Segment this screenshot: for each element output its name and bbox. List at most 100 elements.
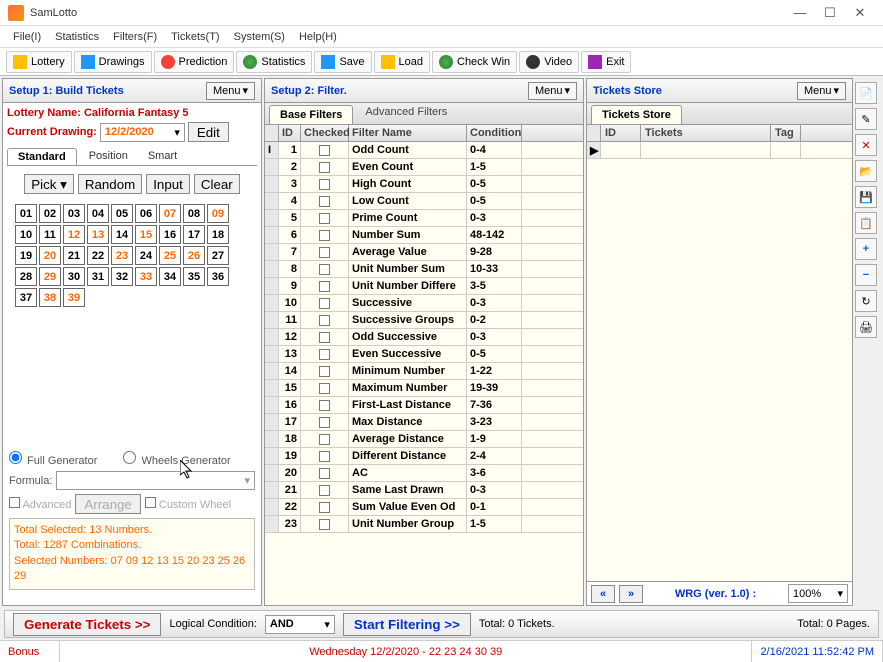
tab-standard[interactable]: Standard bbox=[7, 148, 77, 165]
tab-smart[interactable]: Smart bbox=[138, 148, 187, 165]
side-edit-icon[interactable]: ✎ bbox=[855, 108, 877, 130]
store-col-tag[interactable]: Tag bbox=[771, 125, 801, 141]
filter-checkbox[interactable] bbox=[319, 502, 330, 513]
panel2-menu-button[interactable]: Menu ▾ bbox=[528, 82, 577, 100]
toolbar-checkwin[interactable]: Check Win bbox=[432, 51, 517, 73]
number-01[interactable]: 01 bbox=[15, 204, 37, 223]
filter-checkbox[interactable] bbox=[319, 162, 330, 173]
number-22[interactable]: 22 bbox=[87, 246, 109, 265]
menu-statistics[interactable]: Statistics bbox=[48, 29, 106, 45]
panel1-menu-button[interactable]: Menu ▾ bbox=[206, 82, 255, 100]
menu-tickets[interactable]: Tickets(T) bbox=[164, 29, 226, 45]
filter-checkbox[interactable] bbox=[319, 434, 330, 445]
filter-checkbox[interactable] bbox=[319, 315, 330, 326]
col-filtername[interactable]: Filter Name bbox=[349, 125, 467, 141]
toolbar-lottery[interactable]: Lottery bbox=[6, 51, 72, 73]
filter-checkbox[interactable] bbox=[319, 179, 330, 190]
number-14[interactable]: 14 bbox=[111, 225, 133, 244]
filter-checkbox[interactable] bbox=[319, 298, 330, 309]
input-button[interactable]: Input bbox=[146, 174, 190, 194]
side-delete-icon[interactable]: ✕ bbox=[855, 134, 877, 156]
number-02[interactable]: 02 bbox=[39, 204, 61, 223]
number-12[interactable]: 12 bbox=[63, 225, 85, 244]
filter-row[interactable]: 14Minimum Number1-22 bbox=[265, 363, 583, 380]
menu-file[interactable]: File(I) bbox=[6, 29, 48, 45]
number-08[interactable]: 08 bbox=[183, 204, 205, 223]
number-28[interactable]: 28 bbox=[15, 267, 37, 286]
filter-row[interactable]: 23Unit Number Group1-5 bbox=[265, 516, 583, 533]
number-25[interactable]: 25 bbox=[159, 246, 181, 265]
number-29[interactable]: 29 bbox=[39, 267, 61, 286]
side-add-icon[interactable]: 📄 bbox=[855, 82, 877, 104]
number-35[interactable]: 35 bbox=[183, 267, 205, 286]
store-col-tickets[interactable]: Tickets bbox=[641, 125, 771, 141]
tab-base-filters[interactable]: Base Filters bbox=[269, 105, 353, 124]
tab-advanced-filters[interactable]: Advanced Filters bbox=[355, 103, 457, 124]
menu-help[interactable]: Help(H) bbox=[292, 29, 344, 45]
col-id[interactable]: ID bbox=[279, 125, 301, 141]
side-save-icon[interactable]: 💾 bbox=[855, 186, 877, 208]
minimize-button[interactable]: — bbox=[785, 0, 815, 26]
number-10[interactable]: 10 bbox=[15, 225, 37, 244]
filter-row[interactable]: 15Maximum Number19-39 bbox=[265, 380, 583, 397]
filter-checkbox[interactable] bbox=[319, 247, 330, 258]
filter-row[interactable]: 18Average Distance1-9 bbox=[265, 431, 583, 448]
number-15[interactable]: 15 bbox=[135, 225, 157, 244]
side-open-icon[interactable]: 📂 bbox=[855, 160, 877, 182]
number-16[interactable]: 16 bbox=[159, 225, 181, 244]
filter-row[interactable]: 7Average Value9-28 bbox=[265, 244, 583, 261]
filter-row[interactable]: 11Successive Groups0-2 bbox=[265, 312, 583, 329]
filter-row[interactable]: 2Even Count1-5 bbox=[265, 159, 583, 176]
filter-checkbox[interactable] bbox=[319, 468, 330, 479]
number-27[interactable]: 27 bbox=[207, 246, 229, 265]
filter-checkbox[interactable] bbox=[319, 230, 330, 241]
filter-row[interactable]: 20AC3-6 bbox=[265, 465, 583, 482]
filter-row[interactable]: 17Max Distance3-23 bbox=[265, 414, 583, 431]
filter-row[interactable]: 9Unit Number Differe3-5 bbox=[265, 278, 583, 295]
filter-row[interactable]: 8Unit Number Sum10-33 bbox=[265, 261, 583, 278]
toolbar-drawings[interactable]: Drawings bbox=[74, 51, 152, 73]
panel3-menu-button[interactable]: Menu ▾ bbox=[797, 82, 846, 100]
menu-system[interactable]: System(S) bbox=[227, 29, 292, 45]
random-button[interactable]: Random bbox=[78, 174, 142, 194]
filter-row[interactable]: 10Successive0-3 bbox=[265, 295, 583, 312]
filter-row[interactable]: 6Number Sum48-142 bbox=[265, 227, 583, 244]
start-filtering-button[interactable]: Start Filtering >> bbox=[343, 613, 471, 636]
side-copy-icon[interactable]: 📋 bbox=[855, 212, 877, 234]
filter-row[interactable]: 5Prime Count0-3 bbox=[265, 210, 583, 227]
filter-row[interactable]: 22Sum Value Even Od0-1 bbox=[265, 499, 583, 516]
edit-button[interactable]: Edit bbox=[188, 122, 229, 142]
filter-checkbox[interactable] bbox=[319, 485, 330, 496]
pick-button[interactable]: Pick ▾ bbox=[24, 174, 74, 194]
number-26[interactable]: 26 bbox=[183, 246, 205, 265]
filter-checkbox[interactable] bbox=[319, 281, 330, 292]
filter-checkbox[interactable] bbox=[319, 349, 330, 360]
filter-row[interactable]: 4Low Count0-5 bbox=[265, 193, 583, 210]
filter-checkbox[interactable] bbox=[319, 451, 330, 462]
toolbar-load[interactable]: Load bbox=[374, 51, 430, 73]
side-plus-icon[interactable]: + bbox=[855, 238, 877, 260]
number-38[interactable]: 38 bbox=[39, 288, 61, 307]
wheels-generator-radio[interactable]: Wheels Generator bbox=[123, 451, 230, 467]
number-17[interactable]: 17 bbox=[183, 225, 205, 244]
close-button[interactable]: ✕ bbox=[845, 0, 875, 26]
formula-combo[interactable]: ▾ bbox=[56, 471, 255, 490]
store-col-id[interactable]: ID bbox=[601, 125, 641, 141]
number-39[interactable]: 39 bbox=[63, 288, 85, 307]
full-generator-radio[interactable]: Full Generator bbox=[9, 451, 97, 467]
nav-next-button[interactable]: » bbox=[619, 585, 643, 603]
number-31[interactable]: 31 bbox=[87, 267, 109, 286]
toolbar-exit[interactable]: Exit bbox=[581, 51, 631, 73]
filter-row[interactable]: I1Odd Count0-4 bbox=[265, 142, 583, 159]
filter-checkbox[interactable] bbox=[319, 264, 330, 275]
clear-button[interactable]: Clear bbox=[194, 174, 240, 194]
number-24[interactable]: 24 bbox=[135, 246, 157, 265]
filter-checkbox[interactable] bbox=[319, 519, 330, 530]
filter-checkbox[interactable] bbox=[319, 145, 330, 156]
maximize-button[interactable]: ☐ bbox=[815, 0, 845, 26]
toolbar-save[interactable]: Save bbox=[314, 51, 371, 73]
number-20[interactable]: 20 bbox=[39, 246, 61, 265]
zoom-combo[interactable]: 100%▾ bbox=[788, 584, 848, 603]
toolbar-video[interactable]: Video bbox=[519, 51, 579, 73]
col-checked[interactable]: Checked bbox=[301, 125, 349, 141]
